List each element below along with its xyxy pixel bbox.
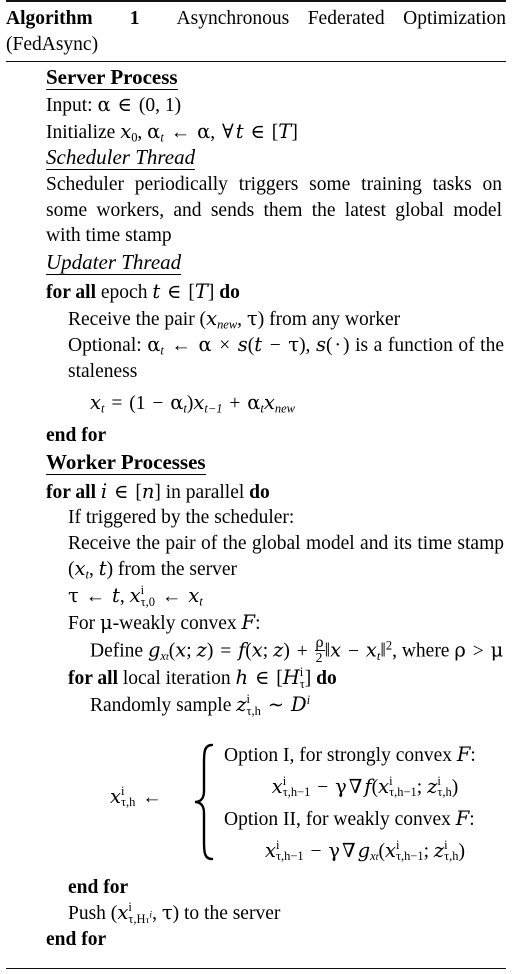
bottom-rule xyxy=(6,968,506,969)
worker-inner-do-keyword: do xyxy=(316,668,337,690)
cases-rows: Option I, for strongly convex F: x i τ,h−1… xyxy=(220,739,510,867)
updater-end-for-label: end for xyxy=(46,424,107,446)
worker-do-keyword: do xyxy=(249,481,270,503)
cases-option1-label: Option I, for strongly convex F: xyxy=(224,742,476,766)
worker-if-triggered: If triggered by the scheduler: xyxy=(68,507,295,529)
updater-end-for: end for xyxy=(46,423,506,449)
worker-inner-end-for-label: end for xyxy=(68,876,129,898)
worker-for-all-keyword: for all xyxy=(46,481,97,503)
section-updater-thread-label: Updater Thread xyxy=(46,249,182,275)
section-server-process-label: Server Process xyxy=(46,65,178,90)
updater-do-keyword: do xyxy=(219,281,240,303)
updater-optional-line: Optional: αt ← α × s(t − τ), s(·) is a f… xyxy=(68,333,505,382)
algorithm-title-text: Asynchronous Federated Optimization xyxy=(176,8,507,29)
cases-option2-label: Option II, for weakly convex F: xyxy=(224,806,475,830)
worker-randomly-sample: Randomly sample z i τ,h ∼ Di xyxy=(90,691,311,718)
algorithm-title: Algorithm 1 Asynchronous Federated Optim… xyxy=(6,2,506,61)
cases-option2-expression: x i τ,h−1 − γ ∇ gxt(x i τ,h−1; z i τ,h) xyxy=(264,837,466,864)
server-input-line: Input: α ∈ (0, 1) xyxy=(46,93,182,116)
section-scheduler-thread: Scheduler Thread xyxy=(46,145,506,172)
section-worker-processes-label: Worker Processes xyxy=(46,449,206,475)
worker-tau-assign: τ ← t, x i τ,0 ← xt xyxy=(68,582,203,609)
algorithm-body: Server Process Input: α ∈ (0, 1) Initial… xyxy=(6,62,506,952)
worker-receive-line: Receive the pair of the global model and… xyxy=(68,532,504,582)
updater-receive-line: Receive the pair (xnew, τ) from any work… xyxy=(68,306,401,332)
algorithm-label: Algorithm xyxy=(6,8,93,29)
updater-for-all-line: for all epoch t ∈ [T] do xyxy=(46,279,240,303)
worker-end-for: end for xyxy=(46,927,506,953)
algorithm-title-cont: (FedAsync) xyxy=(6,34,99,55)
algorithm-number: 1 xyxy=(129,8,140,29)
worker-inner-for-all-keyword: for all xyxy=(68,668,119,690)
updater-for-all-keyword: for all xyxy=(46,281,97,303)
worker-for-mu-line: For μ-weakly convex F: xyxy=(68,610,261,634)
worker-end-for-label: end for xyxy=(46,928,107,950)
server-initialize-line: Initialize x0, αt ← α, ∀ t ∈ [T] xyxy=(46,119,298,145)
cases-option1-expression: x i τ,h−1 − γ ∇ f(x i τ,h−1; z i τ,h) xyxy=(271,773,459,800)
worker-update-cases: x i τ,h ← Option I, for strongly convex F:… xyxy=(6,733,506,865)
algorithm-block: Algorithm 1 Asynchronous Federated Optim… xyxy=(0,0,512,974)
section-scheduler-thread-label: Scheduler Thread xyxy=(46,145,196,171)
worker-inner-for-all-line: for all local iteration h ∈ [H i τ] do xyxy=(68,665,337,692)
cases-left-hand-side: x i τ,h ← xyxy=(110,783,162,810)
updater-update-equation: xt = (1 − αt)xt−1 + αtxnew xyxy=(90,391,295,416)
worker-inner-end-for: end for xyxy=(68,875,506,901)
section-worker-processes: Worker Processes xyxy=(46,449,506,479)
worker-for-all-line: for all i ∈ [n] in parallel do xyxy=(46,479,270,503)
worker-define-line: Define gxt(x; z) = f(x; z) + ρ 2 ‖x − xt‖2… xyxy=(90,635,504,666)
scheduler-description: Scheduler periodically triggers some tra… xyxy=(46,174,502,247)
left-curly-brace-icon xyxy=(194,743,214,860)
worker-push-line: Push (x i τ,Hτi, τ) to the server xyxy=(68,900,281,926)
section-updater-thread: Updater Thread xyxy=(46,249,506,279)
section-server-process: Server Process xyxy=(46,65,506,92)
